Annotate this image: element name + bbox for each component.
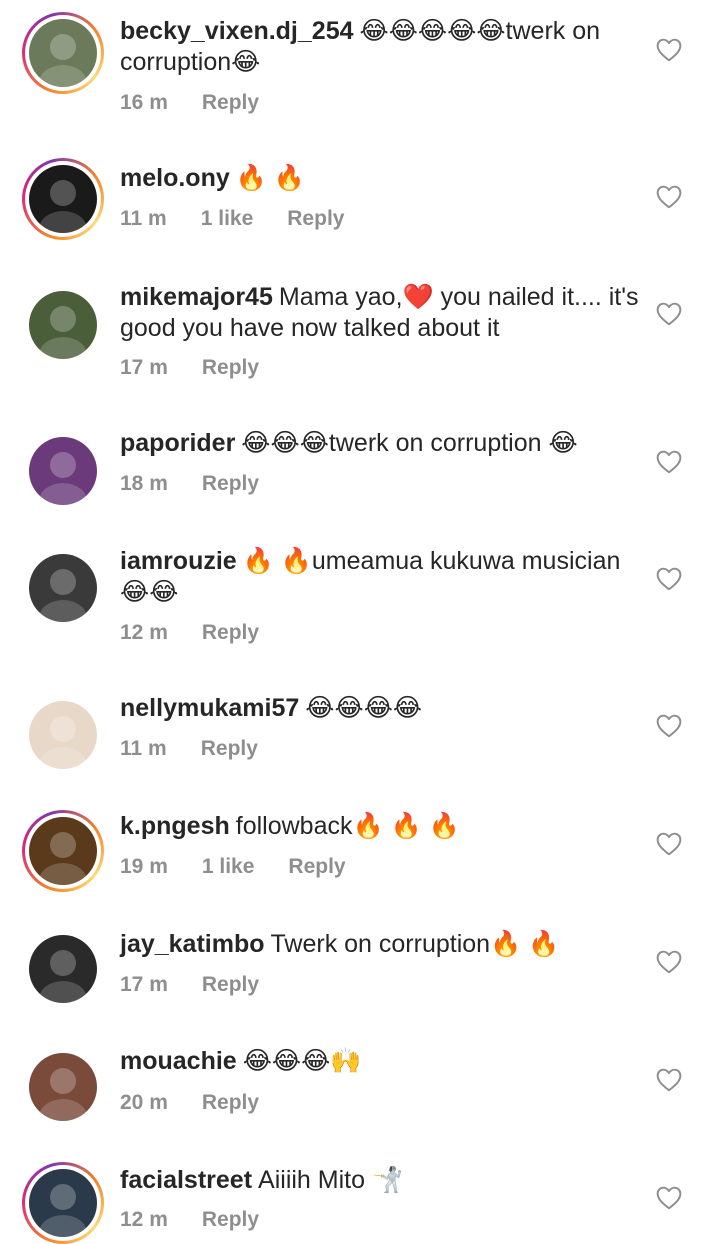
avatar-photo <box>29 437 97 505</box>
like-heart-icon[interactable] <box>656 38 682 62</box>
avatar[interactable] <box>22 810 104 892</box>
comment-text: mikemajor45 Mama yao,❤️ you nailed it....… <box>120 282 645 344</box>
comment-likes[interactable]: 1 like <box>202 855 255 878</box>
avatar-border <box>25 550 101 626</box>
like-heart-icon[interactable] <box>656 1186 682 1210</box>
comment-meta: 16 m Reply <box>120 91 293 115</box>
avatar[interactable] <box>22 694 104 776</box>
comment-time: 19 m <box>120 855 168 878</box>
comment-meta: 12 m Reply <box>120 1208 293 1232</box>
comment-username[interactable]: jay_katimbo <box>120 930 265 958</box>
comment-time: 17 m <box>120 973 168 996</box>
avatar-border <box>25 697 101 773</box>
comment-text: facialstreet Aiiiih Mito 🤺 <box>120 1165 645 1196</box>
comment-text: k.pngesh followback🔥 🔥 🔥 <box>120 811 645 842</box>
avatar[interactable] <box>22 1046 104 1128</box>
reply-button[interactable]: Reply <box>202 356 259 379</box>
avatar[interactable] <box>22 1162 104 1244</box>
avatar-photo <box>29 1053 97 1121</box>
avatar-photo <box>29 554 97 622</box>
comment-body: 😂😂😂twerk on corruption 😂 <box>241 429 578 457</box>
avatar-border <box>25 1049 101 1125</box>
avatar[interactable] <box>22 284 104 366</box>
avatar-photo <box>29 291 97 359</box>
comment-text: paporider 😂😂😂twerk on corruption 😂 <box>120 428 645 459</box>
like-heart-icon[interactable] <box>656 567 682 591</box>
comment-username[interactable]: paporider <box>120 429 235 457</box>
avatar-photo <box>29 935 97 1003</box>
reply-button[interactable]: Reply <box>202 1208 259 1231</box>
reply-button[interactable]: Reply <box>202 1091 259 1114</box>
comment-meta: 17 m Reply <box>120 973 293 997</box>
comment-text: jay_katimbo Twerk on corruption🔥 🔥 <box>120 929 645 960</box>
comment-text: melo.ony 🔥 🔥 <box>120 163 645 194</box>
comment-username[interactable]: melo.ony <box>120 164 230 192</box>
comment-body: 😂😂😂🙌 <box>242 1047 362 1075</box>
comment-username[interactable]: mikemajor45 <box>120 283 273 311</box>
comment-username[interactable]: becky_vixen.dj_254 <box>120 17 354 45</box>
comment-username[interactable]: iamrouzie <box>120 547 237 575</box>
avatar[interactable] <box>22 547 104 629</box>
comment-meta: 20 m Reply <box>120 1091 293 1115</box>
comment-text: mouachie 😂😂😂🙌 <box>120 1046 645 1077</box>
comment-text: becky_vixen.dj_254 😂😂😂😂😂twerk on corrupti… <box>120 16 645 78</box>
avatar-border <box>25 931 101 1007</box>
like-heart-icon[interactable] <box>656 302 682 326</box>
avatar-photo <box>29 1169 97 1237</box>
comment-time: 17 m <box>120 356 168 379</box>
avatar-photo <box>29 817 97 885</box>
comment-time: 11 m <box>120 207 167 230</box>
comment-meta: 18 m Reply <box>120 472 293 496</box>
like-heart-icon[interactable] <box>656 714 682 738</box>
comment-text: iamrouzie 🔥 🔥umeamua kukuwa musician 😂😂 <box>120 546 645 608</box>
comment-meta: 17 m Reply <box>120 356 293 380</box>
comment-meta: 11 m 1 like Reply <box>120 207 378 231</box>
comment-time: 11 m <box>120 737 167 760</box>
avatar-border <box>25 433 101 509</box>
avatar-border <box>25 161 101 237</box>
avatar[interactable] <box>22 430 104 512</box>
avatar-photo <box>29 701 97 769</box>
comment-body: Aiiiih Mito 🤺 <box>258 1166 404 1194</box>
reply-button[interactable]: Reply <box>202 91 259 114</box>
like-heart-icon[interactable] <box>656 185 682 209</box>
avatar-photo <box>29 19 97 87</box>
comment-body: followback🔥 🔥 🔥 <box>235 812 460 840</box>
comment-username[interactable]: nellymukami57 <box>120 694 299 722</box>
comment-meta: 11 m Reply <box>120 737 292 761</box>
comment-body: 😂😂😂😂 <box>305 694 423 722</box>
reply-button[interactable]: Reply <box>202 472 259 495</box>
avatar-border <box>25 813 101 889</box>
comment-meta: 12 m Reply <box>120 621 293 645</box>
reply-button[interactable]: Reply <box>202 973 259 996</box>
avatar-border <box>25 15 101 91</box>
reply-button[interactable]: Reply <box>202 621 259 644</box>
reply-button[interactable]: Reply <box>201 737 258 760</box>
comment-time: 12 m <box>120 1208 168 1231</box>
comment-time: 16 m <box>120 91 168 114</box>
like-heart-icon[interactable] <box>656 832 682 856</box>
like-heart-icon[interactable] <box>656 450 682 474</box>
avatar[interactable] <box>22 928 104 1010</box>
comment-meta: 19 m 1 like Reply <box>120 855 380 879</box>
comment-likes[interactable]: 1 like <box>201 207 254 230</box>
like-heart-icon[interactable] <box>656 950 682 974</box>
comment-time: 18 m <box>120 472 168 495</box>
reply-button[interactable]: Reply <box>288 855 345 878</box>
comment-body: Twerk on corruption🔥 🔥 <box>270 930 560 958</box>
avatar-photo <box>29 165 97 233</box>
avatar[interactable] <box>22 158 104 240</box>
avatar-border <box>25 287 101 363</box>
like-heart-icon[interactable] <box>656 1068 682 1092</box>
comment-username[interactable]: mouachie <box>120 1047 237 1075</box>
comment-text: nellymukami57 😂😂😂😂 <box>120 693 645 724</box>
avatar-border <box>25 1165 101 1241</box>
comment-username[interactable]: facialstreet <box>120 1166 252 1194</box>
avatar[interactable] <box>22 12 104 94</box>
reply-button[interactable]: Reply <box>287 207 344 230</box>
comment-time: 20 m <box>120 1091 168 1114</box>
comment-time: 12 m <box>120 621 168 644</box>
comment-body: 🔥 🔥 <box>235 164 305 192</box>
comment-username[interactable]: k.pngesh <box>120 812 230 840</box>
